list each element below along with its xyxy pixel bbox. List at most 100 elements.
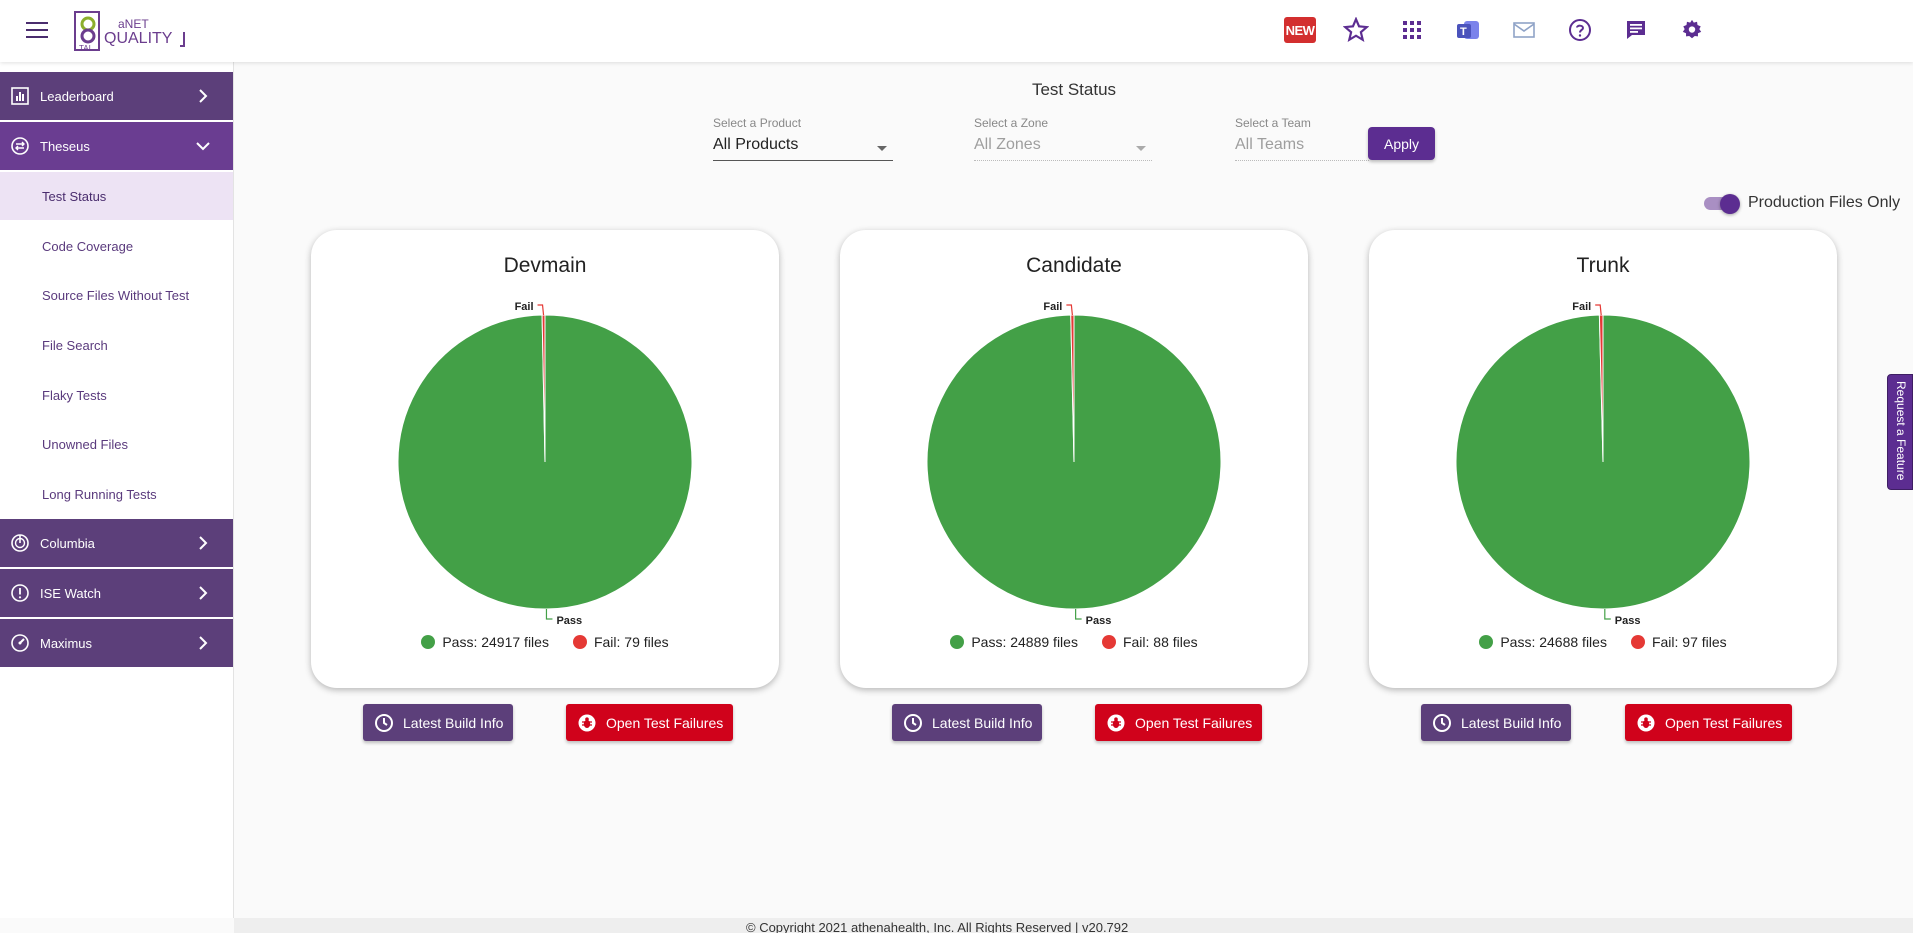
new-badge[interactable]: NEW: [1284, 17, 1316, 43]
settings-gear-icon[interactable]: [1676, 14, 1708, 46]
legend-pass-label: Pass: 24688 files: [1500, 634, 1607, 650]
bug-icon: [1105, 712, 1127, 734]
toggle-knob[interactable]: [1720, 194, 1740, 214]
chart-legend: Pass: 24917 files Fail: 79 files: [311, 634, 779, 650]
legend-item-pass[interactable]: Pass: 24917 files: [421, 634, 549, 650]
ise-watch-icon: [10, 583, 30, 603]
legend-item-pass[interactable]: Pass: 24688 files: [1479, 634, 1607, 650]
chevron-right-icon: [193, 636, 213, 650]
fail-dot-icon: [572, 635, 587, 649]
legend-item-pass[interactable]: Pass: 24889 files: [950, 634, 1078, 650]
pie-chart: Fail Pass: [397, 301, 693, 627]
help-icon[interactable]: [1564, 14, 1596, 46]
svg-text:T: T: [1460, 26, 1467, 38]
team-select-label: Select a Team: [1235, 116, 1311, 130]
open-test-failures-button[interactable]: Open Test Failures: [1095, 704, 1263, 741]
sidebar-item-code-coverage[interactable]: Code Coverage: [0, 222, 233, 270]
sidebar-item-unowned-files[interactable]: Unowned Files: [0, 420, 233, 468]
test-status-card: Candidate Fail Pass Pass: 24889 files Fai…: [840, 230, 1308, 688]
dropdown-arrow-icon[interactable]: [877, 146, 887, 151]
chat-icon[interactable]: [1620, 14, 1652, 46]
chevron-right-icon: [193, 536, 213, 550]
team-select-value[interactable]: All Teams: [1235, 136, 1369, 161]
product-select[interactable]: Select a Product All Products: [713, 116, 893, 161]
pie-chart: Fail Pass: [1455, 301, 1751, 627]
product-select-label: Select a Product: [713, 116, 802, 130]
logo-anet-text: aNET: [118, 17, 149, 31]
latest-build-info-label: Latest Build Info: [932, 714, 1033, 731]
production-files-toggle[interactable]: [1704, 194, 1740, 214]
sidebar-group-label: ISE Watch: [40, 585, 101, 601]
sidebar-group-label: Theseus: [40, 138, 90, 154]
menu-icon[interactable]: [26, 22, 48, 38]
sidebar-item-flaky-tests[interactable]: Flaky Tests: [0, 371, 233, 419]
sidebar-group-label: Leaderboard: [40, 88, 114, 104]
sidebar-item-file-search[interactable]: File Search: [0, 321, 233, 369]
latest-build-info-button[interactable]: Latest Build Info: [1421, 704, 1572, 741]
pie-chart: Fail Pass: [926, 301, 1222, 627]
legend-fail-label: Fail: 97 files: [1651, 634, 1727, 650]
bug-icon: [576, 712, 598, 734]
sidebar-item-test-status[interactable]: Test Status: [0, 172, 233, 220]
mail-icon[interactable]: [1508, 14, 1540, 46]
anet-quality-logo[interactable]: TAI aNET QUALITY: [74, 10, 190, 54]
latest-build-info-label: Latest Build Info: [403, 714, 504, 731]
bug-icon: [1635, 712, 1657, 734]
fail-dot-icon: [1630, 635, 1645, 649]
columbia-icon: [10, 533, 30, 553]
production-files-label: Production Files Only: [1748, 194, 1901, 211]
logo-tai-text: TAI: [79, 44, 91, 53]
legend-item-fail[interactable]: Fail: 79 files: [572, 634, 669, 650]
zone-select-label: Select a Zone: [974, 116, 1049, 130]
card-title: Candidate: [1026, 254, 1122, 277]
team-select[interactable]: Select a Team All Teams: [1235, 116, 1369, 161]
sidebar-group-leaderboard[interactable]: Leaderboard: [0, 72, 233, 120]
fail-leader-line: [1066, 304, 1073, 316]
new-badge-icon[interactable]: NEW: [1284, 14, 1316, 46]
legend-item-fail[interactable]: Fail: 97 files: [1630, 634, 1727, 650]
theseus-icon: [10, 136, 30, 156]
request-feature-tab[interactable]: Request a Feature: [1887, 374, 1913, 490]
pass-leader-line: [1604, 608, 1611, 620]
product-select-value[interactable]: All Products: [713, 136, 893, 161]
latest-build-info-button[interactable]: Latest Build Info: [892, 704, 1043, 741]
clock-icon: [902, 712, 924, 734]
apply-button[interactable]: Apply: [1368, 127, 1435, 160]
teams-icon[interactable]: T: [1452, 14, 1484, 46]
apps-grid-icon[interactable]: [1396, 14, 1428, 46]
sidebar-group-columbia[interactable]: Columbia: [0, 519, 233, 567]
sidebar-group-label: Columbia: [40, 535, 95, 551]
favorites-star-icon[interactable]: [1340, 14, 1372, 46]
card-title: Devmain: [503, 254, 587, 277]
maximus-icon: [10, 633, 30, 653]
clock-icon: [373, 712, 395, 734]
legend-item-fail[interactable]: Fail: 88 files: [1101, 634, 1198, 650]
sidebar-item-long-running-tests[interactable]: Long Running Tests: [0, 470, 233, 518]
open-test-failures-label: Open Test Failures: [1135, 714, 1253, 731]
copyright-text: © Copyright 2021 athenahealth, Inc. All …: [746, 920, 1129, 933]
dropdown-arrow-icon[interactable]: [1136, 146, 1146, 151]
sidebar-group-theseus[interactable]: Theseus: [0, 122, 233, 170]
sidebar-group-ise-watch[interactable]: ISE Watch: [0, 569, 233, 617]
open-test-failures-button[interactable]: Open Test Failures: [566, 704, 734, 741]
pie-label-fail: Fail: [1043, 301, 1062, 313]
request-feature-label: Request a Feature: [1894, 381, 1908, 481]
pie-label-fail: Fail: [515, 301, 534, 313]
pass-dot-icon: [1479, 635, 1494, 649]
fail-dot-icon: [1101, 635, 1116, 649]
leaderboard-icon: [10, 86, 30, 106]
top-icons: NEW T: [1284, 14, 1732, 46]
open-test-failures-button[interactable]: Open Test Failures: [1625, 704, 1793, 741]
pass-leader-line: [545, 608, 553, 620]
chart-legend: Pass: 24889 files Fail: 88 files: [840, 634, 1308, 650]
fail-leader-line: [537, 304, 545, 316]
sidebar-group-maximus[interactable]: Maximus: [0, 619, 233, 667]
pie-label-pass: Pass: [556, 615, 582, 627]
legend-fail-label: Fail: 79 files: [593, 634, 669, 650]
open-test-failures-label: Open Test Failures: [1665, 714, 1783, 731]
sidebar-item-source-files-without-test[interactable]: Source Files Without Test: [0, 271, 233, 319]
zone-select[interactable]: Select a Zone All Zones: [974, 116, 1152, 161]
latest-build-info-button[interactable]: Latest Build Info: [363, 704, 514, 741]
zone-select-value[interactable]: All Zones: [974, 136, 1152, 161]
chart-legend: Pass: 24688 files Fail: 97 files: [1369, 634, 1837, 650]
